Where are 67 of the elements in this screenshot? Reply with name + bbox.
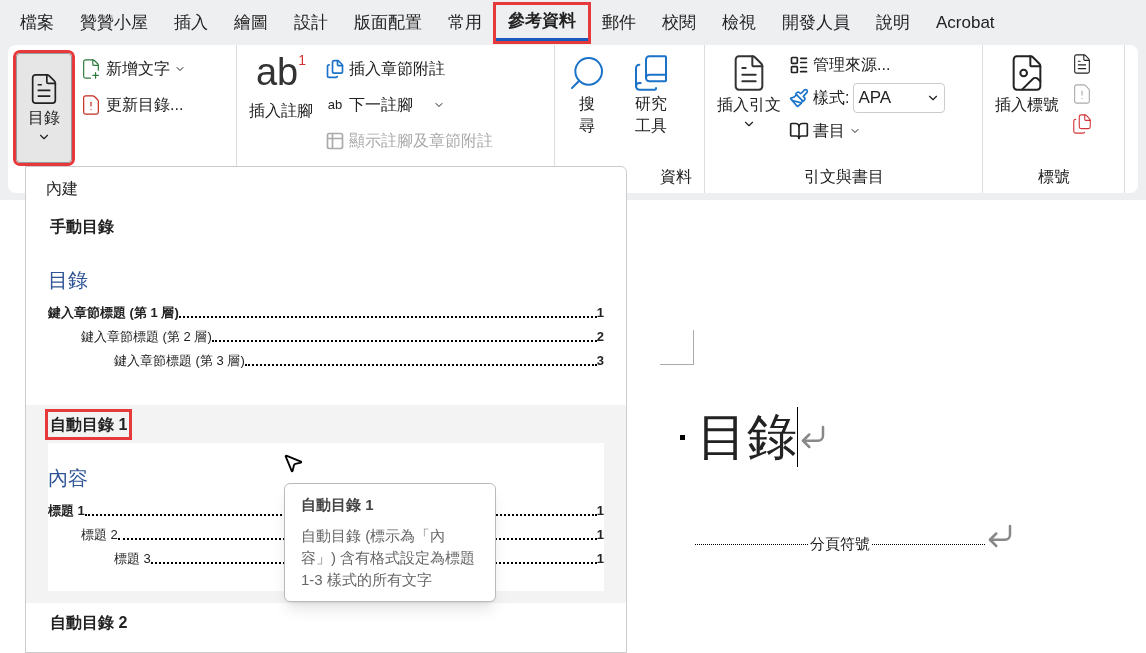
- ribbon-tab[interactable]: 常用: [436, 4, 494, 41]
- gallery-item[interactable]: 手動目錄 目錄 鍵入章節標題 (第 1 層) 1 鍵入章節標題 (第 2 層) 2 鍵入章節標題 (第 3 層) 3: [26, 207, 626, 405]
- toc-entry: 鍵入章節標題 (第 3 層): [114, 352, 245, 370]
- file-alert-icon: [80, 94, 102, 116]
- toc-entry: 鍵入章節標題 (第 1 層): [48, 304, 179, 322]
- preview-title: 目錄: [48, 268, 89, 293]
- file-plus-icon: [80, 58, 102, 80]
- page-corner-mark: [660, 330, 694, 365]
- group-label: 資料: [660, 167, 692, 187]
- add-text-button[interactable]: 新增文字: [80, 57, 186, 81]
- tooltip-title: 自動目錄 1: [301, 495, 375, 515]
- ribbon-tab[interactable]: 說明: [864, 4, 922, 41]
- ribbon-tab[interactable]: Acrobat: [924, 4, 1007, 41]
- file-alert-icon: [1071, 83, 1093, 105]
- ribbon-tab[interactable]: 繪圖: [222, 4, 280, 41]
- page-break-label: 分頁符號: [809, 534, 871, 554]
- insert-endnote-button[interactable]: 插入章節附註: [325, 57, 493, 81]
- gallery-item[interactable]: 自動目錄 2: [26, 603, 626, 652]
- group-label: 標號: [1037, 167, 1070, 187]
- page-number: 1: [596, 304, 604, 322]
- notes-icon: [325, 131, 345, 151]
- ribbon-tab[interactable]: 校閱: [650, 4, 708, 41]
- toc-button[interactable]: 目錄: [16, 53, 72, 163]
- paragraph-mark: [680, 434, 685, 440]
- page-number: 1: [596, 502, 604, 520]
- gallery-item-label: 自動目錄 1: [48, 412, 130, 437]
- page-number: 2: [596, 328, 604, 346]
- ribbon-tab[interactable]: 開發人員: [770, 4, 862, 41]
- toc-entry: 鍵入章節標題 (第 2 層): [81, 328, 212, 346]
- pages-icon: [325, 59, 345, 79]
- section-header: 內建: [45, 179, 79, 199]
- ribbon-tab[interactable]: 版面配置: [342, 4, 434, 41]
- pages-icon: [1071, 113, 1093, 135]
- gallery-item-label: 自動目錄 2: [49, 613, 129, 633]
- brush-icon: [789, 88, 809, 108]
- researcher-button[interactable]: 研究工具: [631, 53, 671, 165]
- gallery-item-label: 手動目錄: [49, 217, 115, 237]
- tooltip-text: 自動目錄 (標示為「內容」) 含有格式設定為標題 1-3 樣式的所有文字: [301, 525, 477, 590]
- book-icon: [789, 121, 809, 141]
- page-number: 1: [596, 526, 604, 544]
- page-number: 1: [596, 550, 604, 568]
- document-heading: 目錄: [697, 407, 798, 467]
- list-icon: [789, 55, 809, 75]
- page-number: 3: [596, 352, 604, 370]
- style-label: 樣式:: [813, 88, 850, 108]
- next-footnote-button[interactable]: ab 下一註腳: [325, 93, 493, 117]
- mouse-cursor-icon: [282, 452, 304, 474]
- search-button[interactable]: 搜尋: [567, 53, 607, 165]
- insert-caption-button[interactable]: 插入標號: [995, 53, 1059, 165]
- ribbon-tab[interactable]: 設計: [282, 4, 340, 41]
- toc-entry: 標題 1: [48, 502, 85, 520]
- document-icon: [1071, 53, 1093, 75]
- manage-sources-button[interactable]: 管理來源...: [789, 53, 946, 77]
- bibliography-button[interactable]: 書目: [789, 119, 946, 143]
- toc-entry: 標題 2: [81, 526, 118, 544]
- toc-entry: 標題 3: [114, 550, 151, 568]
- style-dropdown[interactable]: APA: [853, 83, 946, 113]
- ribbon-tab[interactable]: 插入: [162, 4, 220, 41]
- insert-citation-button[interactable]: 插入引文: [717, 53, 781, 165]
- update-toc-button[interactable]: 更新目錄...: [80, 93, 186, 117]
- preview-title: 內容: [48, 466, 89, 491]
- ribbon-tab[interactable]: 檢視: [710, 4, 768, 41]
- group-label: 引文與書目: [803, 167, 884, 187]
- ribbon-tab[interactable]: 檔案: [8, 4, 66, 41]
- ribbon-tab[interactable]: 郵件: [590, 4, 648, 41]
- ribbon-tab[interactable]: 參考資料: [496, 4, 588, 41]
- ribbon-tab[interactable]: 贊贊小屋: [68, 4, 160, 41]
